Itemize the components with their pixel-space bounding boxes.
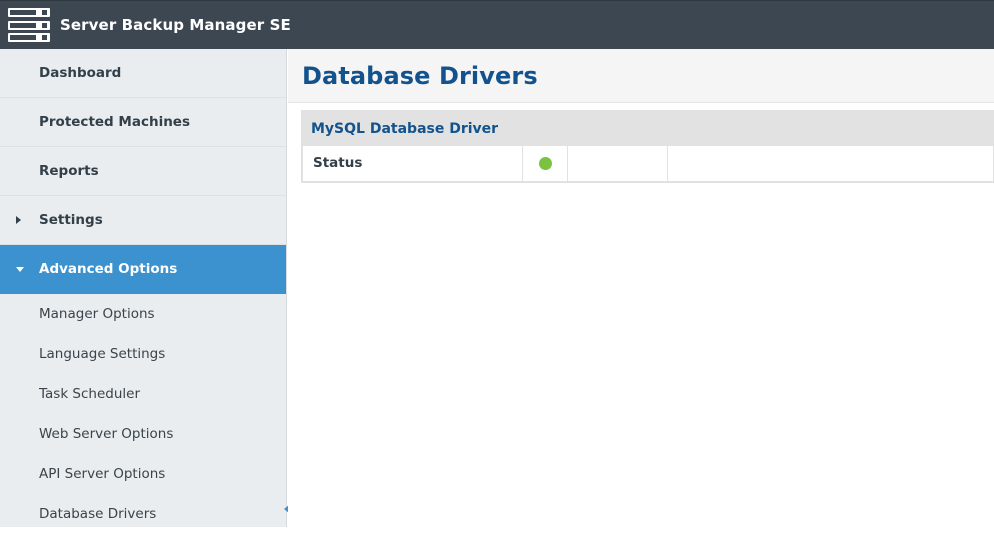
sidebar-item-settings[interactable]: Settings [0, 196, 286, 245]
sidebar-item-manager-options[interactable]: Manager Options [0, 294, 286, 334]
sidebar-subitem-label: Database Drivers [39, 506, 157, 522]
chevron-down-icon [16, 266, 24, 272]
sidebar-item-label: Reports [39, 163, 99, 179]
app-header: Server Backup Manager SE [0, 0, 994, 49]
server-rack-icon [8, 8, 50, 42]
status-indicator-cell [522, 146, 568, 182]
panel-header: MySQL Database Driver [302, 111, 994, 146]
sidebar-item-label: Protected Machines [39, 114, 190, 130]
sidebar-subitem-label: Manager Options [39, 306, 155, 322]
sidebar-item-web-server-options[interactable]: Web Server Options [0, 414, 286, 454]
status-row-rest-cell [667, 146, 994, 182]
app-title: Server Backup Manager SE [60, 16, 291, 34]
sidebar-item-label: Advanced Options [39, 261, 178, 277]
panel-title: MySQL Database Driver [311, 120, 499, 137]
driver-status-table: Status [302, 146, 994, 182]
mysql-database-driver-panel: MySQL Database Driver Status [301, 110, 994, 183]
page-header: Database Drivers [288, 49, 994, 103]
sidebar: Dashboard Protected Machines Reports Set… [0, 49, 287, 527]
sidebar-subitem-label: Task Scheduler [39, 386, 141, 402]
sidebar-item-reports[interactable]: Reports [0, 147, 286, 196]
sidebar-item-database-drivers[interactable]: Database Drivers [0, 494, 286, 534]
sidebar-item-label: Settings [39, 212, 103, 228]
sidebar-item-task-scheduler[interactable]: Task Scheduler [0, 374, 286, 414]
main-content: Database Drivers MySQL Database Driver S… [288, 49, 994, 536]
status-row-label: Status [302, 146, 523, 182]
sidebar-item-protected-machines[interactable]: Protected Machines [0, 98, 286, 147]
sidebar-subitem-label: API Server Options [39, 466, 166, 482]
sidebar-subitem-label: Web Server Options [39, 426, 174, 442]
green-dot-icon [538, 156, 552, 170]
sidebar-item-advanced-options[interactable]: Advanced Options [0, 245, 286, 294]
sidebar-subitem-label: Language Settings [39, 346, 166, 362]
status-row-middle-cell [567, 146, 668, 182]
sidebar-item-api-server-options[interactable]: API Server Options [0, 454, 286, 494]
sidebar-item-dashboard[interactable]: Dashboard [0, 49, 286, 98]
sidebar-item-label: Dashboard [39, 65, 122, 81]
sidebar-item-language-settings[interactable]: Language Settings [0, 334, 286, 374]
chevron-right-icon [16, 216, 21, 224]
table-row: Status [302, 146, 994, 182]
page-title: Database Drivers [302, 61, 538, 90]
